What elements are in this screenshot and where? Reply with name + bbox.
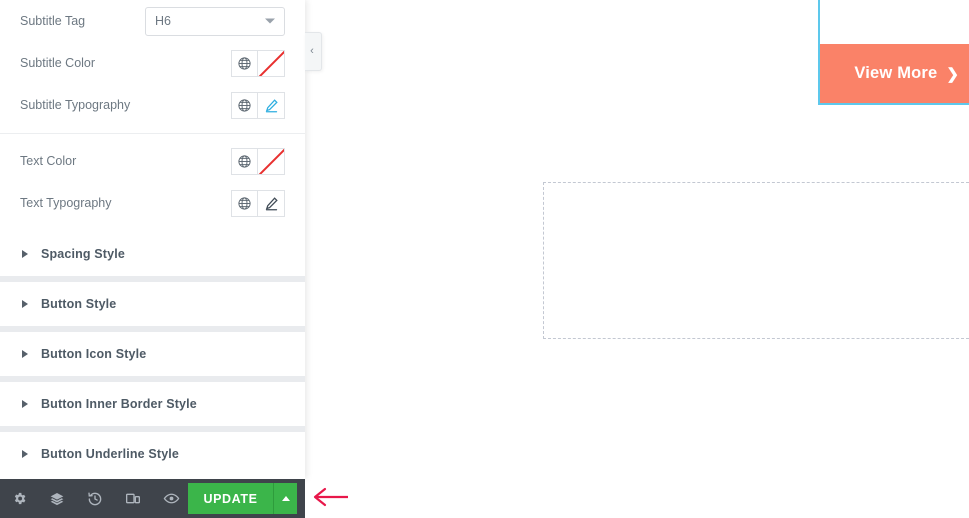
control-group-divider [0, 133, 305, 134]
control-label-subtitle-tag: Subtitle Tag [20, 14, 86, 28]
pencil-icon-button-text-typography[interactable] [258, 189, 285, 217]
accordion-section-button-inner-border-style[interactable]: Button Inner Border Style [0, 382, 305, 426]
preview-eye-icon-button[interactable] [152, 479, 190, 518]
text-typography-controls [231, 189, 285, 217]
control-row-subtitle-typography: Subtitle Typography [0, 84, 305, 126]
control-row-subtitle-tag: Subtitle Tag H6 [0, 0, 305, 42]
update-options-dropdown-button[interactable] [273, 483, 297, 514]
subtitle-color-controls [231, 49, 285, 77]
control-row-subtitle-color: Subtitle Color [0, 42, 305, 84]
chevron-down-icon [265, 18, 275, 24]
editor-bottom-toolbar: UPDATE [0, 479, 305, 518]
control-label-text-color: Text Color [20, 154, 77, 168]
accordion-section-button-icon-style[interactable]: Button Icon Style [0, 332, 305, 376]
triangle-right-icon [22, 450, 28, 458]
view-more-selection-outline: View More ❯ [818, 44, 969, 105]
responsive-device-icon-button[interactable] [114, 479, 152, 518]
view-more-label: View More [854, 64, 938, 82]
globe-icon-button-text-typography[interactable] [231, 189, 258, 217]
globe-icon [238, 196, 251, 210]
settings-gear-icon [14, 492, 25, 505]
triangle-right-icon [22, 350, 28, 358]
empty-dashed-placeholder[interactable] [543, 182, 969, 339]
control-label-subtitle-typography: Subtitle Typography [20, 98, 131, 112]
pencil-icon [265, 196, 278, 210]
globe-icon [238, 98, 251, 112]
preview-eye-icon [163, 493, 179, 504]
subtitle-controls-group: Subtitle Tag H6 Subtitle Color Subtitle … [0, 0, 305, 224]
responsive-device-icon [126, 493, 140, 503]
control-row-text-color: Text Color [0, 140, 305, 182]
settings-gear-icon-button[interactable] [0, 479, 38, 518]
caret-up-icon [281, 496, 290, 501]
elementor-editor-screen: View More ❯ Subtitle Tag H6 Subtitle Col… [0, 0, 969, 518]
control-label-text-typography: Text Typography [20, 196, 112, 210]
triangle-right-icon [22, 300, 28, 308]
update-button[interactable]: UPDATE [188, 483, 273, 514]
text-color-controls [231, 147, 285, 175]
accordion-label: Button Icon Style [41, 347, 147, 361]
pencil-icon [265, 98, 278, 112]
chevron-right-icon: ❯ [946, 66, 959, 83]
triangle-right-icon [22, 250, 28, 258]
layers-navigator-icon [50, 492, 64, 505]
no-color-swatch-icon-subtitle[interactable] [258, 49, 285, 77]
preview-canvas: View More ❯ [305, 0, 969, 518]
subtitle-typography-controls [231, 91, 285, 119]
globe-icon-button-text-color[interactable] [231, 147, 258, 175]
history-clock-icon [88, 491, 102, 505]
control-row-text-typography: Text Typography [0, 182, 305, 224]
view-more-button[interactable]: View More ❯ [820, 44, 969, 103]
subtitle-tag-value: H6 [155, 14, 171, 28]
update-button-group: UPDATE [188, 483, 297, 514]
layers-navigator-icon-button[interactable] [38, 479, 76, 518]
pencil-icon-button-subtitle-typography[interactable] [258, 91, 285, 119]
style-sections-accordion: Spacing Style Button Style Button Icon S… [0, 232, 305, 476]
accordion-section-spacing-style[interactable]: Spacing Style [0, 232, 305, 276]
history-clock-icon-button[interactable] [76, 479, 114, 518]
no-color-swatch-icon-text[interactable] [258, 147, 285, 175]
panel-collapse-handle[interactable]: ‹ [305, 32, 322, 71]
globe-icon-button-subtitle-color[interactable] [231, 49, 258, 77]
chevron-left-icon: ‹ [310, 45, 314, 57]
accordion-section-button-style[interactable]: Button Style [0, 282, 305, 326]
widget-settings-panel: Subtitle Tag H6 Subtitle Color Subtitle … [0, 0, 305, 479]
accordion-label: Spacing Style [41, 247, 125, 261]
subtitle-tag-select[interactable]: H6 [145, 6, 285, 36]
control-label-subtitle-color: Subtitle Color [20, 56, 96, 70]
globe-icon [238, 56, 251, 70]
accordion-label: Button Underline Style [41, 447, 180, 461]
globe-icon [238, 154, 251, 168]
accordion-label: Button Style [41, 297, 117, 311]
accordion-section-button-underline-style[interactable]: Button Underline Style [0, 432, 305, 476]
triangle-right-icon [22, 400, 28, 408]
globe-icon-button-subtitle-typography[interactable] [231, 91, 258, 119]
accordion-label: Button Inner Border Style [41, 397, 197, 411]
